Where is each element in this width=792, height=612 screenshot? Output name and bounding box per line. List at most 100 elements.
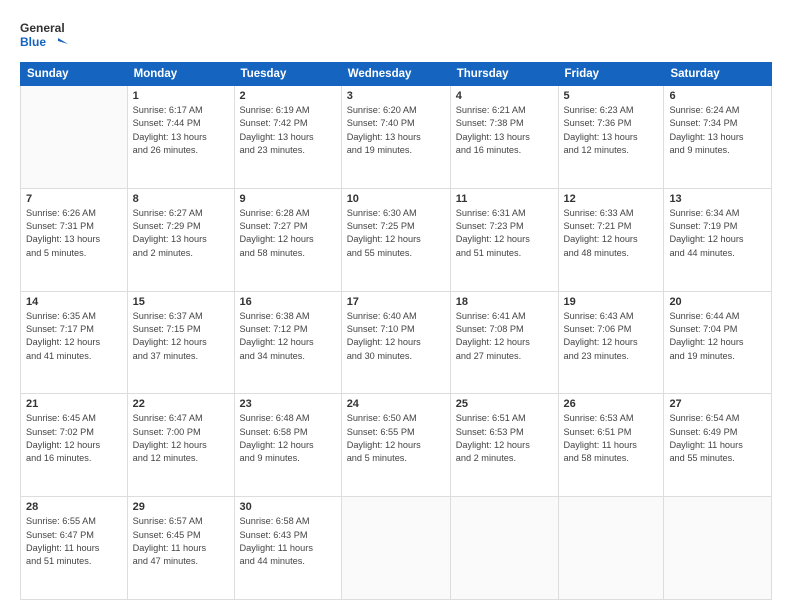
day-number: 16 [240, 296, 336, 308]
calendar-cell: 24 Sunrise: 6:50 AM Sunset: 6:55 PM Dayli… [341, 394, 450, 497]
svg-text:Blue: Blue [20, 35, 46, 49]
calendar-cell [558, 497, 664, 600]
day-number: 1 [133, 90, 229, 102]
calendar-cell [664, 497, 772, 600]
calendar-cell [21, 86, 128, 189]
svg-text:General: General [20, 21, 65, 35]
calendar-cell: 16 Sunrise: 6:38 AM Sunset: 7:12 PM Dayli… [234, 291, 341, 394]
cell-text: Sunrise: 6:38 AM Sunset: 7:12 PM Dayligh… [240, 310, 336, 363]
header: GeneralBlue [20, 18, 772, 54]
day-number: 9 [240, 193, 336, 205]
day-number: 30 [240, 501, 336, 513]
day-number: 7 [26, 193, 122, 205]
day-number: 27 [669, 398, 766, 410]
cell-text: Sunrise: 6:20 AM Sunset: 7:40 PM Dayligh… [347, 104, 445, 157]
calendar-header-row: SundayMondayTuesdayWednesdayThursdayFrid… [21, 63, 772, 86]
day-number: 8 [133, 193, 229, 205]
calendar-cell: 12Sunrise: 6:33 AM Sunset: 7:21 PM Dayli… [558, 188, 664, 291]
cell-text: Sunrise: 6:35 AM Sunset: 7:17 PM Dayligh… [26, 310, 122, 363]
cell-text: Sunrise: 6:55 AM Sunset: 6:47 PM Dayligh… [26, 515, 122, 568]
logo-svg: GeneralBlue [20, 18, 72, 54]
day-number: 10 [347, 193, 445, 205]
calendar-cell: 3 Sunrise: 6:20 AM Sunset: 7:40 PM Daylig… [341, 86, 450, 189]
day-number: 25 [456, 398, 553, 410]
day-number: 15 [133, 296, 229, 308]
cell-text: Sunrise: 6:30 AM Sunset: 7:25 PM Dayligh… [347, 207, 445, 260]
week-row-4: 21Sunrise: 6:45 AM Sunset: 7:02 PM Dayli… [21, 394, 772, 497]
calendar-cell: 6 Sunrise: 6:24 AM Sunset: 7:34 PM Daylig… [664, 86, 772, 189]
week-row-2: 7Sunrise: 6:26 AM Sunset: 7:31 PM Daylig… [21, 188, 772, 291]
calendar-cell: 23 Sunrise: 6:48 AM Sunset: 6:58 PM Dayli… [234, 394, 341, 497]
col-header-monday: Monday [127, 63, 234, 86]
calendar-cell: 9 Sunrise: 6:28 AM Sunset: 7:27 PM Daylig… [234, 188, 341, 291]
col-header-tuesday: Tuesday [234, 63, 341, 86]
calendar-cell: 13 Sunrise: 6:34 AM Sunset: 7:19 PM Dayli… [664, 188, 772, 291]
cell-text: Sunrise: 6:53 AM Sunset: 6:51 PM Dayligh… [564, 412, 659, 465]
day-number: 19 [564, 296, 659, 308]
week-row-3: 14 Sunrise: 6:35 AM Sunset: 7:17 PM Dayli… [21, 291, 772, 394]
calendar-cell: 30Sunrise: 6:58 AM Sunset: 6:43 PM Dayli… [234, 497, 341, 600]
calendar-cell: 2Sunrise: 6:19 AM Sunset: 7:42 PM Daylig… [234, 86, 341, 189]
calendar-cell: 27 Sunrise: 6:54 AM Sunset: 6:49 PM Dayli… [664, 394, 772, 497]
cell-text: Sunrise: 6:43 AM Sunset: 7:06 PM Dayligh… [564, 310, 659, 363]
calendar-cell: 7Sunrise: 6:26 AM Sunset: 7:31 PM Daylig… [21, 188, 128, 291]
cell-text: Sunrise: 6:34 AM Sunset: 7:19 PM Dayligh… [669, 207, 766, 260]
col-header-wednesday: Wednesday [341, 63, 450, 86]
calendar-cell [341, 497, 450, 600]
cell-text: Sunrise: 6:54 AM Sunset: 6:49 PM Dayligh… [669, 412, 766, 465]
calendar-cell: 4Sunrise: 6:21 AM Sunset: 7:38 PM Daylig… [450, 86, 558, 189]
day-number: 13 [669, 193, 766, 205]
calendar-cell: 19 Sunrise: 6:43 AM Sunset: 7:06 PM Dayli… [558, 291, 664, 394]
day-number: 3 [347, 90, 445, 102]
cell-text: Sunrise: 6:47 AM Sunset: 7:00 PM Dayligh… [133, 412, 229, 465]
calendar-cell: 8 Sunrise: 6:27 AM Sunset: 7:29 PM Daylig… [127, 188, 234, 291]
cell-text: Sunrise: 6:24 AM Sunset: 7:34 PM Dayligh… [669, 104, 766, 157]
cell-text: Sunrise: 6:28 AM Sunset: 7:27 PM Dayligh… [240, 207, 336, 260]
cell-text: Sunrise: 6:45 AM Sunset: 7:02 PM Dayligh… [26, 412, 122, 465]
cell-text: Sunrise: 6:51 AM Sunset: 6:53 PM Dayligh… [456, 412, 553, 465]
calendar-cell: 10 Sunrise: 6:30 AM Sunset: 7:25 PM Dayli… [341, 188, 450, 291]
calendar-cell: 21Sunrise: 6:45 AM Sunset: 7:02 PM Dayli… [21, 394, 128, 497]
day-number: 20 [669, 296, 766, 308]
col-header-thursday: Thursday [450, 63, 558, 86]
day-number: 5 [564, 90, 659, 102]
day-number: 18 [456, 296, 553, 308]
cell-text: Sunrise: 6:48 AM Sunset: 6:58 PM Dayligh… [240, 412, 336, 465]
page: GeneralBlue SundayMondayTuesdayWednesday… [0, 0, 792, 612]
calendar-cell: 17 Sunrise: 6:40 AM Sunset: 7:10 PM Dayli… [341, 291, 450, 394]
logo: GeneralBlue [20, 18, 72, 54]
calendar-cell: 26Sunrise: 6:53 AM Sunset: 6:51 PM Dayli… [558, 394, 664, 497]
calendar-cell: 11Sunrise: 6:31 AM Sunset: 7:23 PM Dayli… [450, 188, 558, 291]
day-number: 22 [133, 398, 229, 410]
calendar-cell: 22 Sunrise: 6:47 AM Sunset: 7:00 PM Dayli… [127, 394, 234, 497]
day-number: 12 [564, 193, 659, 205]
col-header-saturday: Saturday [664, 63, 772, 86]
cell-text: Sunrise: 6:17 AM Sunset: 7:44 PM Dayligh… [133, 104, 229, 157]
calendar-cell: 18 Sunrise: 6:41 AM Sunset: 7:08 PM Dayli… [450, 291, 558, 394]
day-number: 24 [347, 398, 445, 410]
col-header-sunday: Sunday [21, 63, 128, 86]
calendar-cell: 20Sunrise: 6:44 AM Sunset: 7:04 PM Dayli… [664, 291, 772, 394]
day-number: 23 [240, 398, 336, 410]
cell-text: Sunrise: 6:41 AM Sunset: 7:08 PM Dayligh… [456, 310, 553, 363]
cell-text: Sunrise: 6:50 AM Sunset: 6:55 PM Dayligh… [347, 412, 445, 465]
day-number: 14 [26, 296, 122, 308]
calendar-cell: 25 Sunrise: 6:51 AM Sunset: 6:53 PM Dayli… [450, 394, 558, 497]
cell-text: Sunrise: 6:19 AM Sunset: 7:42 PM Dayligh… [240, 104, 336, 157]
calendar-cell [450, 497, 558, 600]
cell-text: Sunrise: 6:31 AM Sunset: 7:23 PM Dayligh… [456, 207, 553, 260]
calendar-cell: 5 Sunrise: 6:23 AM Sunset: 7:36 PM Daylig… [558, 86, 664, 189]
calendar-cell: 28Sunrise: 6:55 AM Sunset: 6:47 PM Dayli… [21, 497, 128, 600]
week-row-5: 28Sunrise: 6:55 AM Sunset: 6:47 PM Dayli… [21, 497, 772, 600]
calendar-cell: 29Sunrise: 6:57 AM Sunset: 6:45 PM Dayli… [127, 497, 234, 600]
cell-text: Sunrise: 6:40 AM Sunset: 7:10 PM Dayligh… [347, 310, 445, 363]
calendar-table: SundayMondayTuesdayWednesdayThursdayFrid… [20, 62, 772, 600]
day-number: 6 [669, 90, 766, 102]
cell-text: Sunrise: 6:23 AM Sunset: 7:36 PM Dayligh… [564, 104, 659, 157]
day-number: 17 [347, 296, 445, 308]
cell-text: Sunrise: 6:27 AM Sunset: 7:29 PM Dayligh… [133, 207, 229, 260]
cell-text: Sunrise: 6:57 AM Sunset: 6:45 PM Dayligh… [133, 515, 229, 568]
cell-text: Sunrise: 6:21 AM Sunset: 7:38 PM Dayligh… [456, 104, 553, 157]
week-row-1: 1 Sunrise: 6:17 AM Sunset: 7:44 PM Daylig… [21, 86, 772, 189]
col-header-friday: Friday [558, 63, 664, 86]
